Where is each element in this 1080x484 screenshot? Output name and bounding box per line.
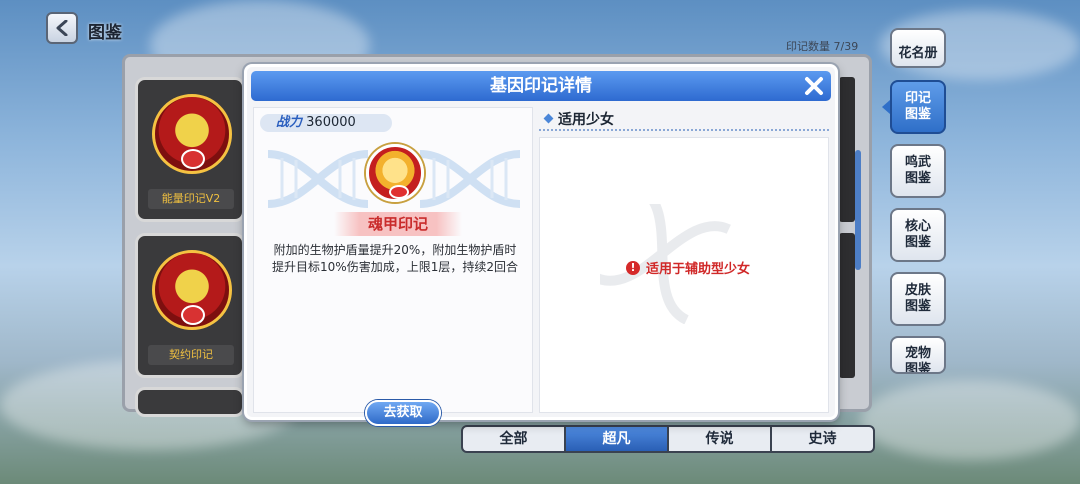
power-value: 360000 (306, 115, 356, 130)
tab-label: 鸣武 图鉴 (904, 155, 931, 186)
rarity-filter: 全部 超凡 传说 史诗 (461, 425, 875, 453)
album-card-edge (839, 233, 855, 378)
diamond-bullet-icon (543, 113, 554, 124)
filter-tab-legendary[interactable]: 传说 (669, 427, 772, 451)
tab-label: 宠物 图鉴 (904, 346, 931, 374)
tab-core-album[interactable]: 核心 图鉴 (890, 208, 946, 262)
chevron-left-icon (56, 20, 68, 36)
filter-tab-all[interactable]: 全部 (463, 427, 566, 451)
card-name: 契约印记 (148, 345, 234, 365)
applicable-girls-list: ! 适用于辅助型少女 (539, 137, 829, 413)
tab-label: 皮肤 图鉴 (904, 283, 931, 314)
divider (539, 129, 829, 131)
applicable-girls-pane: 适用少女 ! 适用于辅助型少女 (539, 107, 831, 413)
warning-icon: ! (626, 260, 640, 275)
tab-roster[interactable]: 花名册 (890, 28, 946, 68)
tab-label: 印记 图鉴 (904, 91, 931, 122)
tab-pet-album[interactable]: 宠物 图鉴 (890, 336, 946, 374)
soul-armor-mark-icon (366, 144, 424, 202)
power-tag: 战力 360000 (260, 114, 392, 132)
back-button[interactable] (46, 12, 78, 44)
album-card[interactable]: 契约印记 (135, 233, 245, 378)
album-card[interactable]: 能量印记V2 (135, 77, 245, 222)
tab-label: 核心 图鉴 (904, 219, 931, 250)
mark-info-pane: 战力 360000 魂甲印记 附加的生物护盾量提升20%，附加生物护盾时提升目标… (253, 107, 533, 426)
notice-text: 适用于辅助型少女 (646, 262, 751, 277)
tab-mark-album[interactable]: 印记 图鉴 (890, 80, 946, 134)
power-label: 战力 (276, 115, 303, 130)
cloud (860, 380, 1080, 460)
mark-detail-dialog: 基因印记详情 战力 360000 魂甲印记 附加的生物护盾量提升20%，附加生物… (244, 64, 838, 426)
filter-tab-epic[interactable]: 史诗 (772, 427, 873, 451)
tab-weapon-album[interactable]: 鸣武 图鉴 (890, 144, 946, 198)
page-title: 图鉴 (88, 23, 122, 43)
obtain-button[interactable]: 去获取 (365, 400, 441, 426)
album-card[interactable] (135, 387, 245, 417)
mark-medal-icon (152, 250, 232, 330)
scrollbar[interactable] (855, 150, 861, 270)
tab-skin-album[interactable]: 皮肤 图鉴 (890, 272, 946, 326)
card-name: 能量印记V2 (148, 189, 234, 209)
album-card-edge (839, 77, 855, 222)
mark-description: 附加的生物护盾量提升20%，附加生物护盾时提升目标10%伤害加成，上限1层，持续… (272, 243, 518, 274)
mark-count: 印记数量 7/39 (786, 40, 859, 53)
section-title: 适用少女 (543, 109, 614, 129)
filter-tab-transcendent[interactable]: 超凡 (566, 427, 669, 451)
mark-name: 魂甲印记 (334, 212, 462, 236)
close-icon[interactable] (803, 75, 825, 97)
notice: ! 适用于辅助型少女 (626, 258, 750, 277)
section-title-text: 适用少女 (558, 112, 614, 128)
mark-medal-icon (152, 94, 232, 174)
dialog-title: 基因印记详情 (251, 71, 831, 101)
tab-label: 花名册 (898, 46, 938, 61)
active-tab-arrow-icon (882, 100, 890, 114)
